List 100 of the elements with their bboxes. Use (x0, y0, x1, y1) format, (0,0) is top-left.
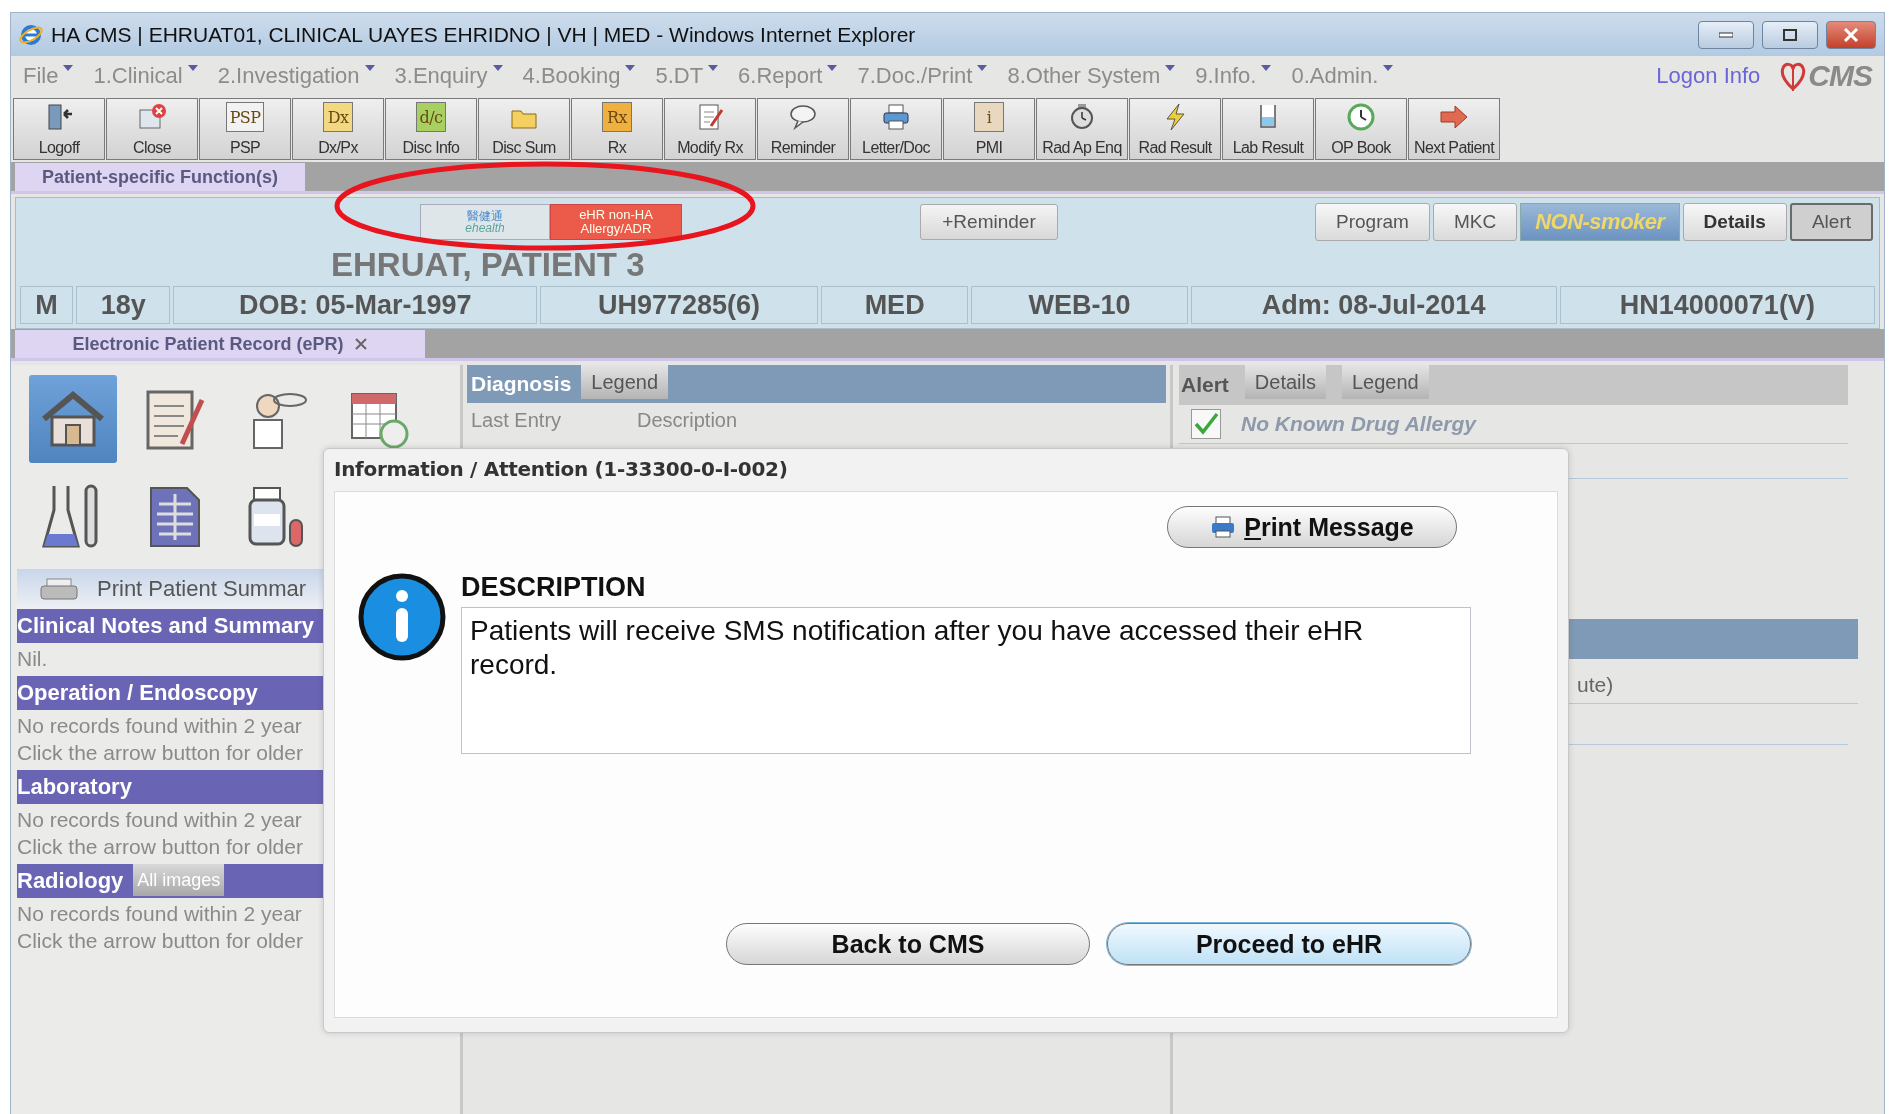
patient-info-cell: MED (820, 286, 969, 324)
patient-info-cell: Adm: 08-Jul-2014 (1190, 286, 1557, 324)
toolbar-button[interactable]: Logoff (13, 98, 105, 160)
section-text: Click the arrow button for older (17, 929, 304, 954)
checkbox[interactable] (1191, 409, 1221, 439)
legend-tab[interactable]: Legend (581, 365, 669, 399)
diagnosis-title: Diagnosis (471, 372, 572, 396)
message-text: Patients will receive SMS notification after you have accessed their eHR record. (461, 607, 1471, 754)
toolbar-button[interactable]: Modify Rx (664, 98, 756, 160)
window-title: HA CMS | EHRUAT01, CLINICAL UAYES EHRIDNO | VH | MED - Windows Internet Explorer (51, 22, 917, 47)
logo-text: CMS (1808, 59, 1872, 93)
caret-icon (1383, 63, 1394, 73)
arrow-right-icon (1439, 102, 1469, 132)
toolbar-button[interactable]: Close (106, 98, 198, 160)
patient-info-cell: WEB-10 (971, 286, 1188, 324)
minimize-icon (1719, 31, 1733, 38)
toolbar-button[interactable]: Rx Rx (571, 98, 663, 160)
printer-icon (39, 577, 79, 601)
caret-icon (63, 63, 74, 73)
function-tab[interactable]: Patient-specific Function(s) (15, 163, 305, 191)
printer-icon (881, 102, 911, 132)
toolbar-button[interactable]: OP Book (1315, 98, 1407, 160)
dialog-button[interactable]: Back to CMS (726, 923, 1090, 965)
caret-icon (827, 63, 838, 73)
caret-icon (1165, 63, 1176, 73)
patient-info-cell: 18y (76, 286, 171, 324)
house-icon (40, 389, 106, 449)
restore-icon (1783, 28, 1797, 41)
caret-icon (708, 63, 719, 73)
patient-info-cell: M (20, 286, 74, 324)
banner-button[interactable]: Details (1682, 203, 1787, 241)
letter-icon: Dx (323, 102, 353, 132)
column-header: Description (637, 409, 738, 432)
patient-info-cell: UH977285(6) (540, 286, 818, 324)
epr-tab[interactable]: Electronic Patient Record (ePR) (15, 330, 425, 358)
close-button[interactable] (1826, 20, 1876, 49)
letter-icon: Rx (602, 102, 632, 132)
section-text: Click the arrow button for older (17, 835, 304, 860)
section-title: Clinical Notes and Summary (17, 613, 315, 639)
ehr-allergy-button[interactable]: eHR non-HA Allergy/ADR (550, 204, 682, 240)
toolbar-button[interactable]: Letter/Doc (850, 98, 942, 160)
speech-bubble-icon (788, 102, 818, 132)
non-smoker-badge: NON-smoker (1520, 203, 1680, 241)
dialog-title: Information / Attention (1-33300-0-I-002) (333, 456, 789, 483)
toolbar-button[interactable]: Reminder (757, 98, 849, 160)
caret-icon (1261, 63, 1272, 73)
alert-tab[interactable]: Legend (1342, 365, 1429, 399)
toolbar-button[interactable]: Disc Sum (478, 98, 570, 160)
maximize-button[interactable] (1762, 20, 1818, 49)
toolbar-button[interactable]: Rad Ap Enq (1036, 98, 1128, 160)
ehealth-text: ehealth (465, 222, 505, 234)
x-ray-icon (147, 484, 203, 550)
row-text: ute) (1577, 673, 1614, 696)
alert-title: Alert (1181, 373, 1229, 397)
patient-name: EHRUAT, PATIENT 3 (331, 246, 645, 284)
letter-icon: i (974, 102, 1004, 132)
nav-button[interactable] (29, 375, 117, 463)
printer-icon (1210, 515, 1237, 539)
caret-icon (492, 63, 503, 73)
toolbar-button[interactable]: i PMI (943, 98, 1035, 160)
ehealth-button[interactable]: 醫健通 ehealth (420, 204, 550, 240)
letter-icon: d/c (415, 102, 447, 132)
alert-text: No Known Drug Allergy (1241, 412, 1476, 436)
section-text: No records found within 2 year (17, 902, 303, 927)
toolbar-button[interactable]: Next Patient (1408, 98, 1500, 160)
close-icon (1843, 27, 1859, 42)
letter-icon: PSP (225, 102, 265, 132)
alert-tab[interactable]: Details (1244, 365, 1326, 399)
reminder-button[interactable]: +Reminder (920, 204, 1058, 240)
section-text: No records found within 2 year (17, 714, 303, 739)
section-text: Nil. (17, 647, 49, 672)
section-title: Operation / Endoscopy (17, 680, 258, 706)
caret-icon (187, 63, 198, 73)
banner-button[interactable]: Program (1315, 203, 1430, 241)
toolbar-button[interactable]: Rad Result (1129, 98, 1221, 160)
toolbar-button[interactable]: Lab Result (1222, 98, 1314, 160)
banner-button[interactable]: MKC (1432, 203, 1518, 241)
toolbar-button[interactable]: d/c Disc Info (385, 98, 477, 160)
browser-logo-icon (19, 22, 43, 47)
minimize-button[interactable] (1698, 20, 1754, 49)
ehealth-chinese-text: 醫健通 (467, 210, 503, 222)
section-text: Click the arrow button for older (17, 741, 304, 766)
toolbar-button[interactable]: PSP PSP (199, 98, 291, 160)
print-message-button[interactable]: Print Message (1167, 506, 1457, 548)
caret-icon (625, 63, 636, 73)
banner-button[interactable]: Alert (1789, 203, 1873, 241)
section-title: Radiology (17, 868, 124, 894)
section-text: No records found within 2 year (17, 808, 303, 833)
patient-info-cell: DOB: 05-Mar-1997 (173, 286, 538, 324)
caret-icon (977, 63, 988, 73)
patient-info-cell: HN14000071(V) (1559, 286, 1875, 324)
window-close-icon (137, 102, 167, 132)
info-icon (357, 572, 447, 662)
section-title: Laboratory (17, 774, 132, 800)
logon-info-link[interactable]: Logon Info (1656, 63, 1761, 89)
description-heading: DESCRIPTION (461, 572, 647, 603)
column-header: Last Entry (471, 409, 562, 432)
dialog-button[interactable]: Proceed to eHR (1107, 923, 1471, 965)
heart-logo-icon (1780, 61, 1807, 91)
toolbar-button[interactable]: Dx Dx/Px (292, 98, 384, 160)
